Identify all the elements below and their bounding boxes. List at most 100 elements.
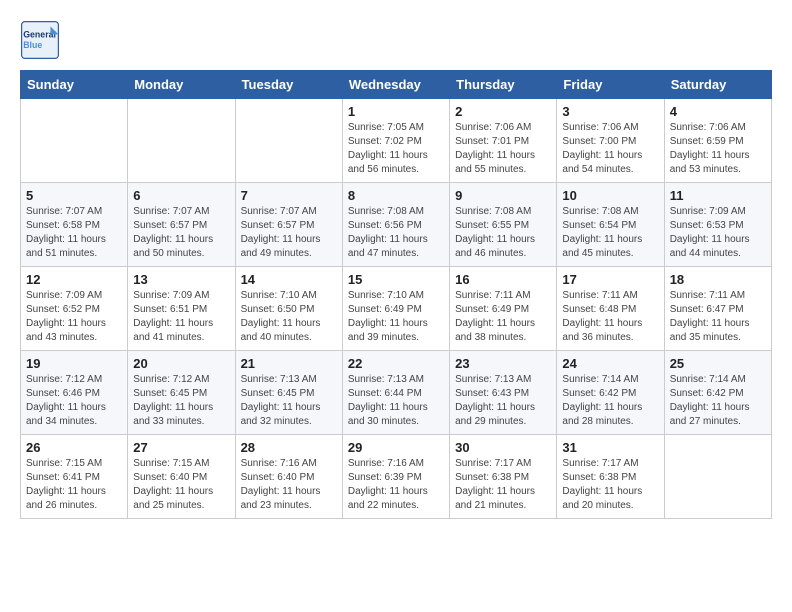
day-number: 15 [348,272,444,287]
calendar-cell: 3Sunrise: 7:06 AM Sunset: 7:00 PM Daylig… [557,99,664,183]
day-number: 26 [26,440,122,455]
day-info: Sunrise: 7:15 AM Sunset: 6:40 PM Dayligh… [133,457,229,513]
day-info: Sunrise: 7:07 AM Sunset: 6:57 PM Dayligh… [133,205,229,261]
day-info: Sunrise: 7:06 AM Sunset: 7:01 PM Dayligh… [455,121,551,177]
svg-text:Blue: Blue [23,40,42,50]
calendar-cell: 29 Sunrise: 7:16 AM Sunset: 6:39 PM Dayli… [342,435,449,519]
day-number: 10 [562,188,658,203]
day-info: Sunrise: 7:11 AM Sunset: 6:47 PM Dayligh… [670,289,766,345]
day-info: Sunrise: 7:12 AM Sunset: 6:45 PM Dayligh… [133,373,229,429]
calendar-week-2: 5 Sunrise: 7:07 AM Sunset: 6:58 PM Daylig… [21,183,772,267]
calendar-cell [128,99,235,183]
day-number: 17 [562,272,658,287]
calendar-cell: 11 Sunrise: 7:09 AM Sunset: 6:53 PM Dayli… [664,183,771,267]
day-info: Sunrise: 7:09 AM Sunset: 6:51 PM Dayligh… [133,289,229,345]
day-info: Sunrise: 7:16 AM Sunset: 6:40 PM Dayligh… [241,457,337,513]
calendar-table: SundayMondayTuesdayWednesdayThursdayFrid… [20,70,772,519]
day-number: 11 [670,188,766,203]
calendar-cell: 9 Sunrise: 7:08 AM Sunset: 6:55 PM Daylig… [450,183,557,267]
header-thursday: Thursday [450,71,557,99]
calendar-cell: 22 Sunrise: 7:13 AM Sunset: 6:44 PM Dayli… [342,351,449,435]
calendar-cell: 10 Sunrise: 7:08 AM Sunset: 6:54 PM Dayli… [557,183,664,267]
page-header: General Blue [20,20,772,60]
day-info: Sunrise: 7:13 AM Sunset: 6:43 PM Dayligh… [455,373,551,429]
day-info: Sunrise: 7:10 AM Sunset: 6:50 PM Dayligh… [241,289,337,345]
day-number: 16 [455,272,551,287]
day-number: 14 [241,272,337,287]
day-info: Sunrise: 7:07 AM Sunset: 6:57 PM Dayligh… [241,205,337,261]
day-number: 31 [562,440,658,455]
calendar-cell: 5 Sunrise: 7:07 AM Sunset: 6:58 PM Daylig… [21,183,128,267]
day-info: Sunrise: 7:11 AM Sunset: 6:48 PM Dayligh… [562,289,658,345]
calendar-cell: 6Sunrise: 7:07 AM Sunset: 6:57 PM Daylig… [128,183,235,267]
day-number: 7 [241,188,337,203]
day-number: 29 [348,440,444,455]
calendar-week-3: 12Sunrise: 7:09 AM Sunset: 6:52 PM Dayli… [21,267,772,351]
calendar-cell: 30 Sunrise: 7:17 AM Sunset: 6:38 PM Dayli… [450,435,557,519]
day-info: Sunrise: 7:10 AM Sunset: 6:49 PM Dayligh… [348,289,444,345]
calendar-cell: 2Sunrise: 7:06 AM Sunset: 7:01 PM Daylig… [450,99,557,183]
day-number: 1 [348,104,444,119]
day-number: 23 [455,356,551,371]
calendar-cell [235,99,342,183]
day-info: Sunrise: 7:09 AM Sunset: 6:52 PM Dayligh… [26,289,122,345]
calendar-cell: 18Sunrise: 7:11 AM Sunset: 6:47 PM Dayli… [664,267,771,351]
calendar-cell: 27 Sunrise: 7:15 AM Sunset: 6:40 PM Dayli… [128,435,235,519]
calendar-cell: 21Sunrise: 7:13 AM Sunset: 6:45 PM Dayli… [235,351,342,435]
calendar-cell: 19 Sunrise: 7:12 AM Sunset: 6:46 PM Dayli… [21,351,128,435]
calendar-cell: 23 Sunrise: 7:13 AM Sunset: 6:43 PM Dayli… [450,351,557,435]
day-number: 25 [670,356,766,371]
header-tuesday: Tuesday [235,71,342,99]
day-info: Sunrise: 7:12 AM Sunset: 6:46 PM Dayligh… [26,373,122,429]
day-info: Sunrise: 7:06 AM Sunset: 6:59 PM Dayligh… [670,121,766,177]
day-number: 19 [26,356,122,371]
day-number: 8 [348,188,444,203]
calendar-cell: 28 Sunrise: 7:16 AM Sunset: 6:40 PM Dayli… [235,435,342,519]
day-number: 22 [348,356,444,371]
day-info: Sunrise: 7:11 AM Sunset: 6:49 PM Dayligh… [455,289,551,345]
day-number: 24 [562,356,658,371]
calendar-week-1: 1 Sunrise: 7:05 AM Sunset: 7:02 PM Daylig… [21,99,772,183]
calendar-cell: 12Sunrise: 7:09 AM Sunset: 6:52 PM Dayli… [21,267,128,351]
calendar-cell: 26 Sunrise: 7:15 AM Sunset: 6:41 PM Dayli… [21,435,128,519]
calendar-cell: 24Sunrise: 7:14 AM Sunset: 6:42 PM Dayli… [557,351,664,435]
header-monday: Monday [128,71,235,99]
calendar-cell: 15 Sunrise: 7:10 AM Sunset: 6:49 PM Dayli… [342,267,449,351]
day-info: Sunrise: 7:07 AM Sunset: 6:58 PM Dayligh… [26,205,122,261]
day-info: Sunrise: 7:13 AM Sunset: 6:44 PM Dayligh… [348,373,444,429]
calendar-cell: 25 Sunrise: 7:14 AM Sunset: 6:42 PM Dayli… [664,351,771,435]
calendar-cell: 8 Sunrise: 7:08 AM Sunset: 6:56 PM Daylig… [342,183,449,267]
day-number: 13 [133,272,229,287]
calendar-cell [664,435,771,519]
calendar-cell: 17 Sunrise: 7:11 AM Sunset: 6:48 PM Dayli… [557,267,664,351]
header-friday: Friday [557,71,664,99]
calendar-week-5: 26 Sunrise: 7:15 AM Sunset: 6:41 PM Dayli… [21,435,772,519]
calendar-cell: 20 Sunrise: 7:12 AM Sunset: 6:45 PM Dayli… [128,351,235,435]
header-saturday: Saturday [664,71,771,99]
day-info: Sunrise: 7:15 AM Sunset: 6:41 PM Dayligh… [26,457,122,513]
day-info: Sunrise: 7:14 AM Sunset: 6:42 PM Dayligh… [670,373,766,429]
day-info: Sunrise: 7:09 AM Sunset: 6:53 PM Dayligh… [670,205,766,261]
calendar-cell: 13 Sunrise: 7:09 AM Sunset: 6:51 PM Dayli… [128,267,235,351]
day-number: 27 [133,440,229,455]
day-info: Sunrise: 7:08 AM Sunset: 6:54 PM Dayligh… [562,205,658,261]
day-number: 20 [133,356,229,371]
calendar-cell: 1 Sunrise: 7:05 AM Sunset: 7:02 PM Daylig… [342,99,449,183]
day-number: 5 [26,188,122,203]
day-number: 30 [455,440,551,455]
day-number: 28 [241,440,337,455]
day-info: Sunrise: 7:17 AM Sunset: 6:38 PM Dayligh… [455,457,551,513]
day-number: 9 [455,188,551,203]
day-info: Sunrise: 7:06 AM Sunset: 7:00 PM Dayligh… [562,121,658,177]
calendar-week-4: 19 Sunrise: 7:12 AM Sunset: 6:46 PM Dayli… [21,351,772,435]
calendar-cell: 16 Sunrise: 7:11 AM Sunset: 6:49 PM Dayli… [450,267,557,351]
logo-icon: General Blue [20,20,60,60]
day-info: Sunrise: 7:16 AM Sunset: 6:39 PM Dayligh… [348,457,444,513]
logo: General Blue [20,20,64,60]
header-wednesday: Wednesday [342,71,449,99]
day-info: Sunrise: 7:17 AM Sunset: 6:38 PM Dayligh… [562,457,658,513]
day-number: 4 [670,104,766,119]
day-info: Sunrise: 7:08 AM Sunset: 6:55 PM Dayligh… [455,205,551,261]
day-info: Sunrise: 7:05 AM Sunset: 7:02 PM Dayligh… [348,121,444,177]
day-info: Sunrise: 7:08 AM Sunset: 6:56 PM Dayligh… [348,205,444,261]
